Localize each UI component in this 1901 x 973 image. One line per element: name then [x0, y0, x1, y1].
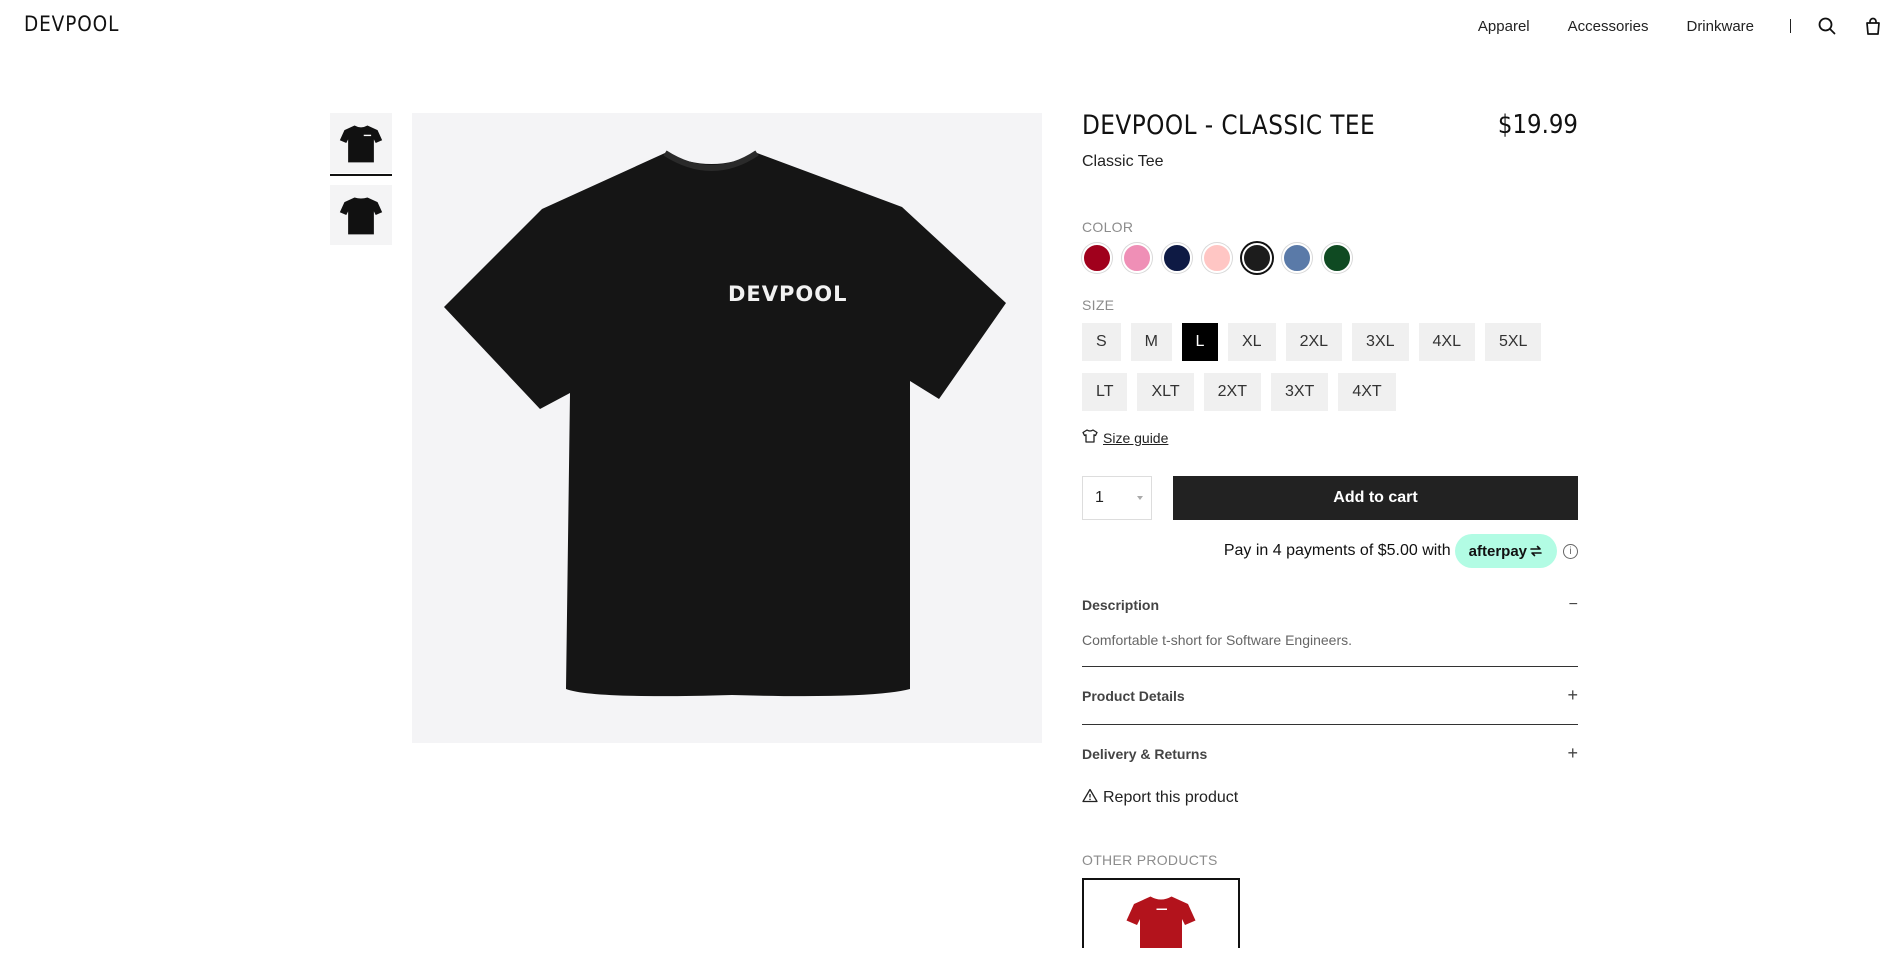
- description-section: Description − Comfortable t-short for So…: [1082, 596, 1578, 648]
- size-option-lt[interactable]: LT: [1082, 373, 1128, 411]
- color-swatch[interactable]: [1202, 243, 1232, 273]
- main-nav: Apparel Accessories Drinkware: [1440, 15, 1883, 37]
- size-option-xl[interactable]: XL: [1228, 323, 1276, 361]
- size-options: S M L XL 2XL 3XL 4XL 5XL LT XLT 2XT 3XT 4XT: [1082, 323, 1578, 423]
- size-guide-link[interactable]: Size guide: [1082, 429, 1578, 446]
- other-products-label: OTHER PRODUCTS: [1082, 852, 1218, 868]
- size-option-3xl[interactable]: 3XL: [1352, 323, 1409, 361]
- tshirt-image: DEVPOOL: [444, 150, 1006, 697]
- description-toggle[interactable]: Description −: [1082, 596, 1578, 614]
- size-option-xlt[interactable]: XLT: [1137, 373, 1194, 411]
- size-option-5xl[interactable]: 5XL: [1484, 323, 1542, 361]
- search-icon[interactable]: [1817, 16, 1837, 36]
- size-option-3xt[interactable]: 3XT: [1270, 373, 1329, 411]
- description-title: Description: [1082, 597, 1160, 613]
- description-text: Comfortable t-short for Software Enginee…: [1082, 632, 1353, 648]
- warning-icon: [1082, 788, 1098, 808]
- product-price: $19.99: [1497, 110, 1578, 140]
- site-header: DEVPOOL Apparel Accessories Drinkware: [0, 0, 1901, 50]
- thumbnail-back[interactable]: [330, 185, 392, 245]
- product-details-toggle[interactable]: Product Details +: [1082, 685, 1578, 706]
- afterpay-logo: afterpay: [1468, 542, 1527, 560]
- minus-icon: −: [1568, 596, 1578, 613]
- cart-bag-icon[interactable]: [1863, 16, 1883, 36]
- info-icon[interactable]: i: [1563, 543, 1578, 559]
- color-swatch[interactable]: [1162, 243, 1192, 273]
- size-option-4xt[interactable]: 4XT: [1338, 373, 1396, 411]
- nav-link-apparel[interactable]: Apparel: [1478, 18, 1530, 35]
- report-product-link[interactable]: Report this product: [1082, 788, 1578, 808]
- size-option-2xt[interactable]: 2XT: [1203, 373, 1261, 411]
- accordion-divider: [1082, 666, 1578, 667]
- site-logo[interactable]: DEVPOOL: [24, 12, 119, 36]
- plus-icon: +: [1567, 743, 1578, 763]
- size-option-4xl[interactable]: 4XL: [1418, 323, 1475, 361]
- afterpay-arrows-icon: [1530, 545, 1542, 557]
- size-label: SIZE: [1082, 297, 1115, 313]
- add-to-cart-row: 1 Add to cart: [1082, 476, 1578, 520]
- delivery-returns-toggle[interactable]: Delivery & Returns +: [1082, 743, 1578, 764]
- product-details-title: Product Details: [1082, 687, 1185, 704]
- size-guide-label: Size guide: [1103, 429, 1169, 446]
- size-option-l[interactable]: L: [1182, 323, 1218, 361]
- color-label: COLOR: [1082, 219, 1134, 235]
- plus-icon: +: [1567, 685, 1578, 705]
- product-title: DEVPOOL - CLASSIC TEE: [1082, 110, 1376, 141]
- afterpay-message: Pay in 4 payments of $5.00 with afterpay…: [1082, 534, 1578, 568]
- chevron-down-icon: [1137, 496, 1143, 500]
- size-option-2xl[interactable]: 2XL: [1285, 323, 1343, 361]
- other-product-card[interactable]: [1082, 878, 1240, 948]
- color-swatch[interactable]: [1242, 243, 1272, 273]
- color-swatches: [1082, 243, 1578, 273]
- quantity-value: 1: [1095, 489, 1104, 506]
- add-to-cart-button[interactable]: Add to cart: [1173, 476, 1578, 520]
- thumbnail-list: [330, 113, 392, 257]
- afterpay-badge[interactable]: afterpay: [1454, 534, 1557, 568]
- size-option-s[interactable]: S: [1082, 323, 1121, 361]
- nav-divider: [1790, 19, 1791, 33]
- report-label: Report this product: [1103, 789, 1239, 806]
- color-swatch[interactable]: [1122, 243, 1152, 273]
- quantity-select[interactable]: 1: [1082, 476, 1152, 520]
- thumbnail-front[interactable]: [330, 113, 392, 176]
- product-subtitle: Classic Tee: [1082, 153, 1164, 170]
- tshirt-icon: [1082, 429, 1098, 446]
- nav-link-drinkware[interactable]: Drinkware: [1686, 18, 1754, 35]
- svg-text:DEVPOOL: DEVPOOL: [728, 282, 848, 306]
- nav-link-accessories[interactable]: Accessories: [1568, 18, 1649, 35]
- delivery-returns-title: Delivery & Returns: [1082, 745, 1208, 762]
- product-main-image[interactable]: DEVPOOL: [412, 113, 1042, 743]
- size-option-m[interactable]: M: [1130, 323, 1172, 361]
- afterpay-text: Pay in 4 payments of $5.00 with: [1223, 542, 1451, 559]
- color-swatch[interactable]: [1082, 243, 1112, 273]
- color-swatch[interactable]: [1282, 243, 1312, 273]
- color-swatch[interactable]: [1322, 243, 1352, 273]
- product-panel: DEVPOOL - CLASSIC TEE $19.99 Classic Tee…: [1082, 110, 1578, 948]
- red-tshirt-image: [1126, 896, 1196, 948]
- accordion-divider: [1082, 724, 1578, 725]
